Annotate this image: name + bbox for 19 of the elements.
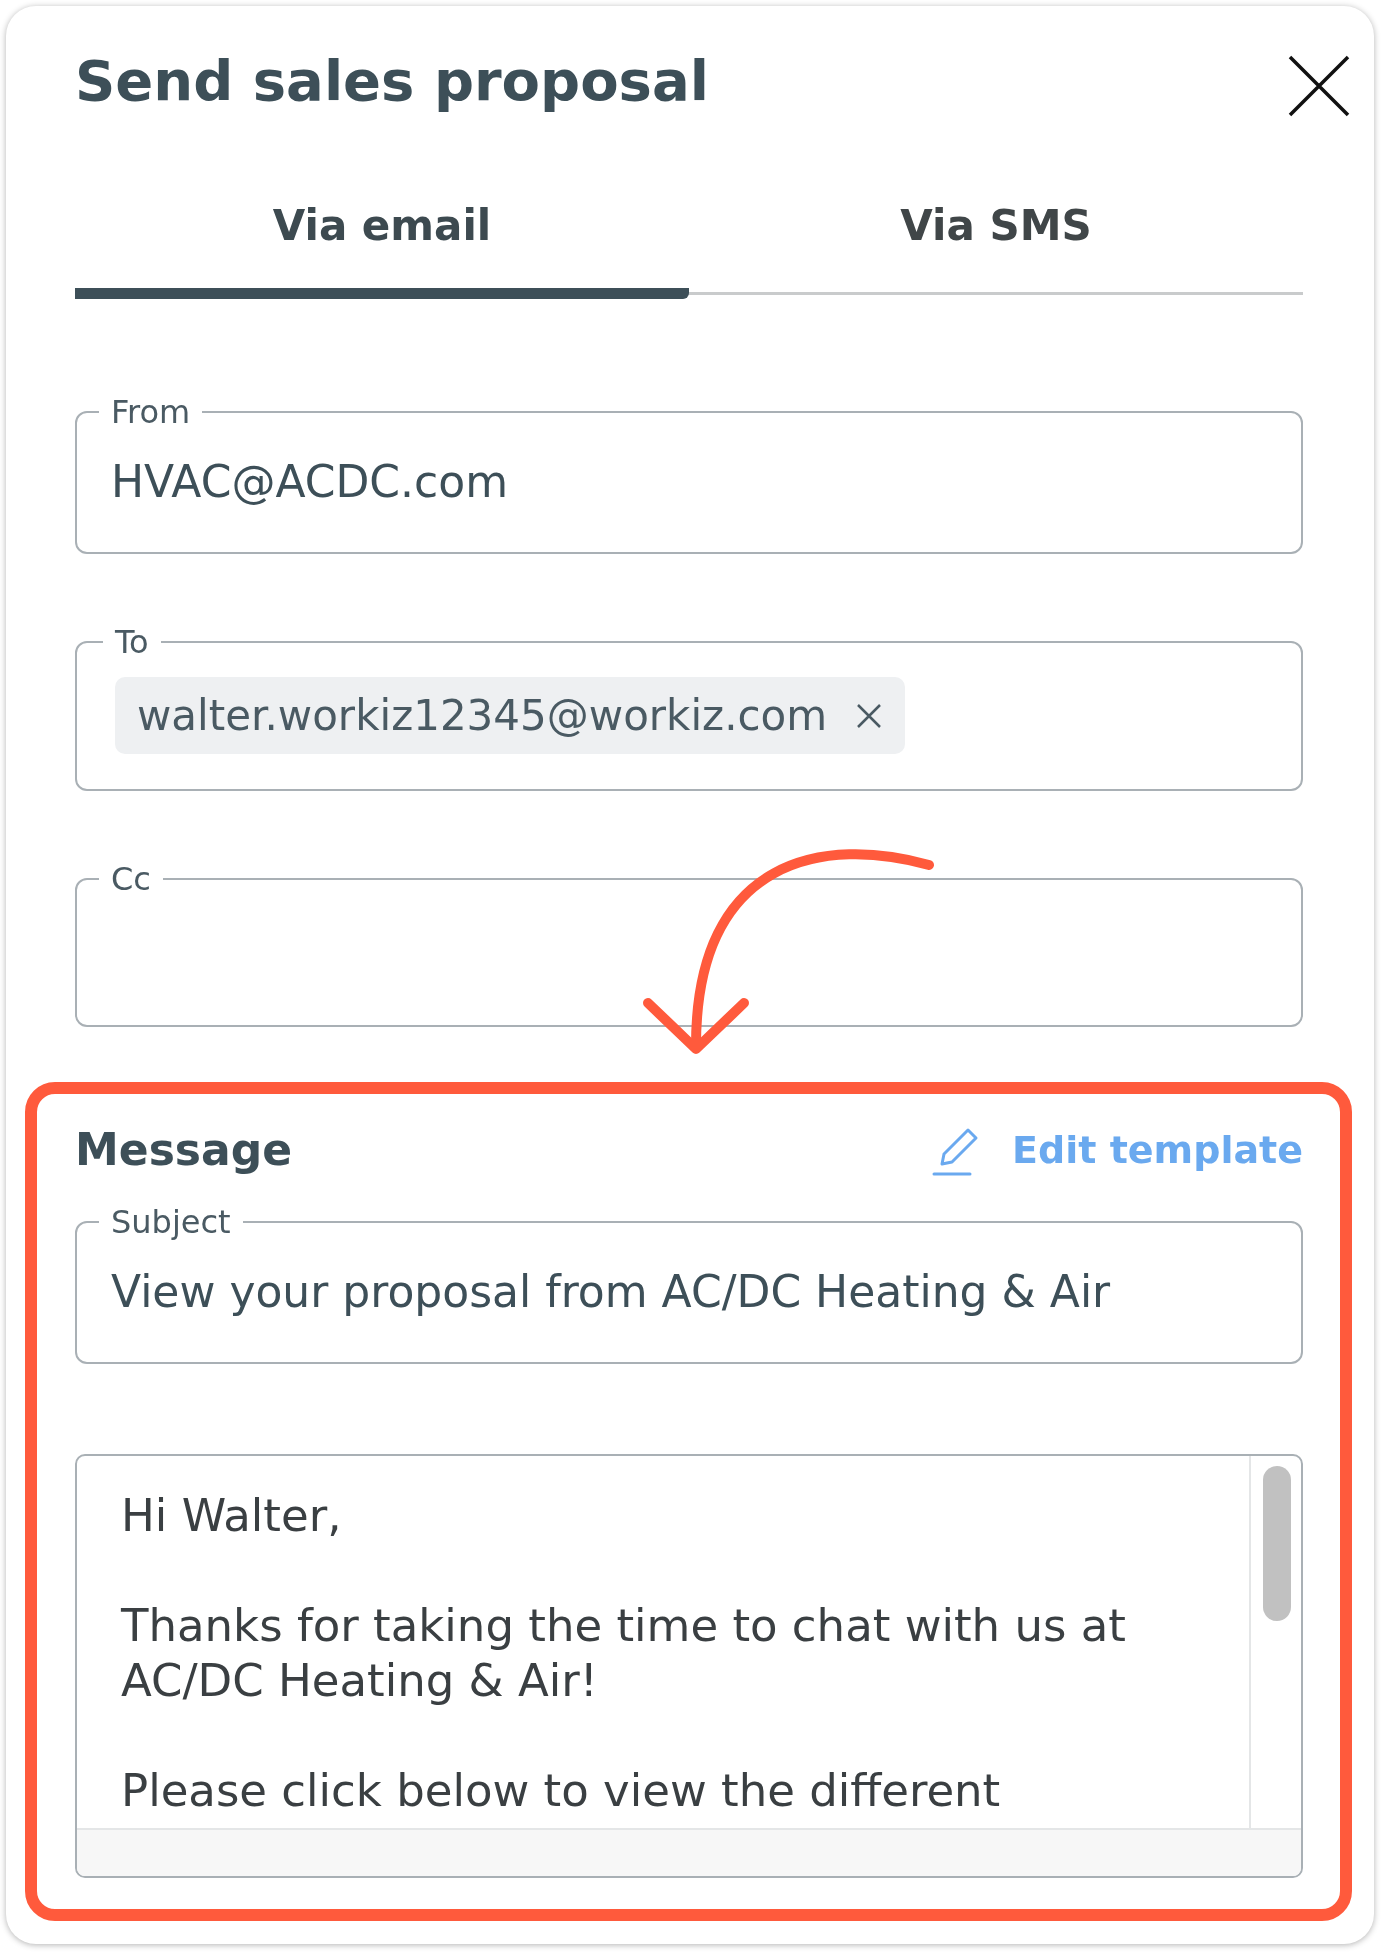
message-paragraph: Hi Walter, bbox=[121, 1488, 343, 1543]
message-paragraph: Thanks for taking the time to chat with us at AC/DC Heating & Air! bbox=[121, 1598, 1127, 1708]
remove-icon[interactable] bbox=[855, 701, 884, 730]
field-value: View your proposal from AC/DC Heating & Air bbox=[111, 1265, 1112, 1319]
field-label: From bbox=[110, 392, 192, 432]
close-icon[interactable] bbox=[1288, 55, 1350, 117]
tab[interactable]: Via SMS bbox=[689, 195, 1303, 299]
message-textarea[interactable]: Hi Walter, Thanks for taking the time to chat with us at AC/DC Heating & Air! Please click below to view the different bbox=[75, 1454, 1303, 1878]
recipient-chip[interactable]: walter.workiz12345@workiz.com bbox=[115, 677, 906, 754]
field-label: Subject bbox=[110, 1202, 232, 1242]
field-label: Cc bbox=[110, 859, 152, 899]
scrollbar-thumb[interactable] bbox=[1263, 1466, 1291, 1621]
tab[interactable]: Via email bbox=[75, 195, 689, 299]
dialog-title: Send sales proposal bbox=[75, 47, 709, 115]
field-label: To bbox=[114, 622, 150, 662]
horizontal-scrollbar[interactable] bbox=[77, 1828, 1301, 1876]
section-heading: Message bbox=[75, 1123, 293, 1177]
message-paragraph: Please click below to view the different bbox=[121, 1763, 1002, 1818]
field-value: HVAC@ACDC.com bbox=[111, 455, 510, 509]
